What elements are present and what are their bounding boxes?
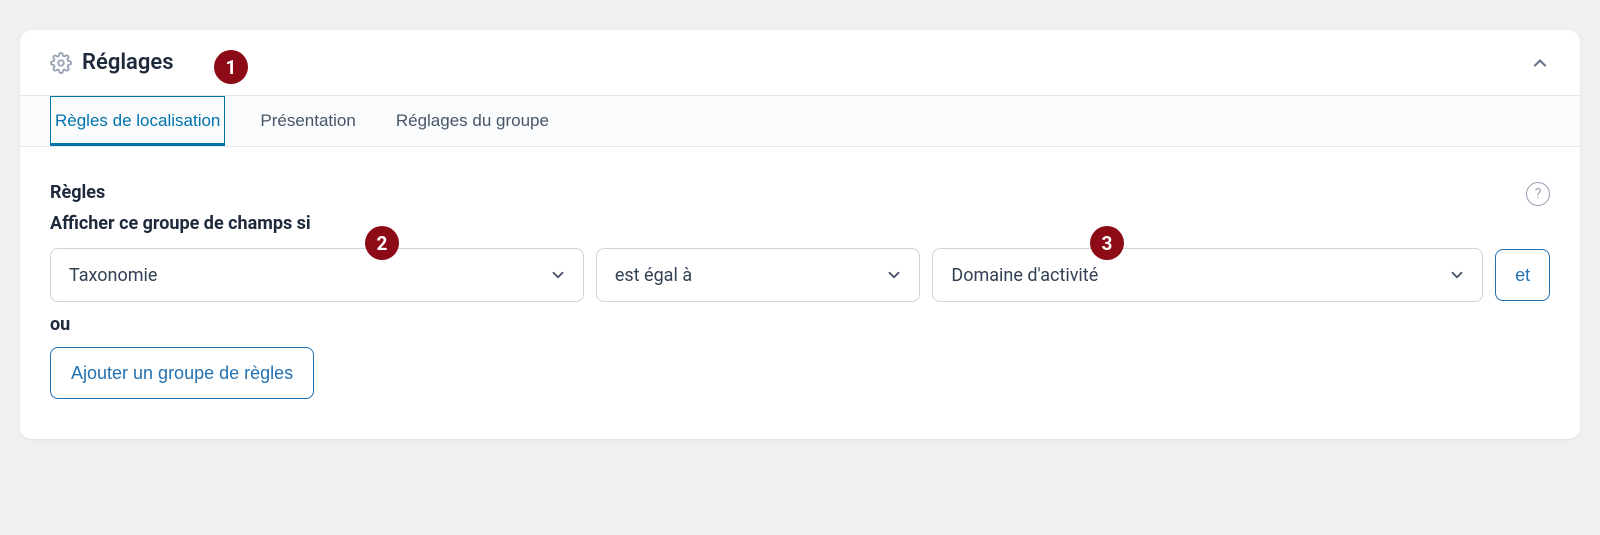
panel-header[interactable]: Réglages bbox=[20, 30, 1580, 95]
gear-icon bbox=[50, 52, 72, 74]
chevron-down-icon bbox=[549, 266, 567, 284]
rule-value-select[interactable]: Domaine d'activité bbox=[932, 248, 1483, 302]
settings-panel: Réglages Règles de localisation Présenta… bbox=[20, 30, 1580, 439]
rule-operator-value: est égal à bbox=[615, 265, 692, 286]
add-rule-group-button[interactable]: Ajouter un groupe de règles bbox=[50, 347, 314, 399]
rule-param-select[interactable]: Taxonomie bbox=[50, 248, 584, 302]
panel-body: ? Règles Afficher ce groupe de champs si… bbox=[20, 147, 1580, 439]
settings-tabs: Règles de localisation Présentation Régl… bbox=[20, 95, 1580, 147]
tab-group-settings[interactable]: Réglages du groupe bbox=[391, 96, 554, 146]
rule-param-value: Taxonomie bbox=[69, 265, 157, 286]
help-icon[interactable]: ? bbox=[1526, 182, 1550, 206]
rule-row: Taxonomie est égal à Domaine d'activité bbox=[50, 248, 1550, 302]
or-label: ou bbox=[50, 314, 1550, 335]
chevron-down-icon bbox=[885, 266, 903, 284]
tab-location-rules[interactable]: Règles de localisation bbox=[50, 96, 225, 146]
chevron-up-icon[interactable] bbox=[1530, 53, 1550, 73]
rules-heading: Règles bbox=[50, 182, 1550, 203]
add-and-rule-button[interactable]: et bbox=[1495, 249, 1550, 301]
annotation-badge-3: 3 bbox=[1090, 226, 1124, 260]
rule-operator-select[interactable]: est égal à bbox=[596, 248, 921, 302]
annotation-badge-1: 1 bbox=[214, 50, 248, 84]
panel-title: Réglages bbox=[82, 50, 174, 75]
annotation-badge-2: 2 bbox=[365, 226, 399, 260]
rule-value-value: Domaine d'activité bbox=[951, 265, 1098, 286]
rules-description: Afficher ce groupe de champs si bbox=[50, 213, 1550, 234]
settings-panel-wrapper: 1 2 3 Réglages Règles de localisation Pr… bbox=[20, 30, 1580, 439]
tab-presentation[interactable]: Présentation bbox=[255, 96, 360, 146]
chevron-down-icon bbox=[1448, 266, 1466, 284]
